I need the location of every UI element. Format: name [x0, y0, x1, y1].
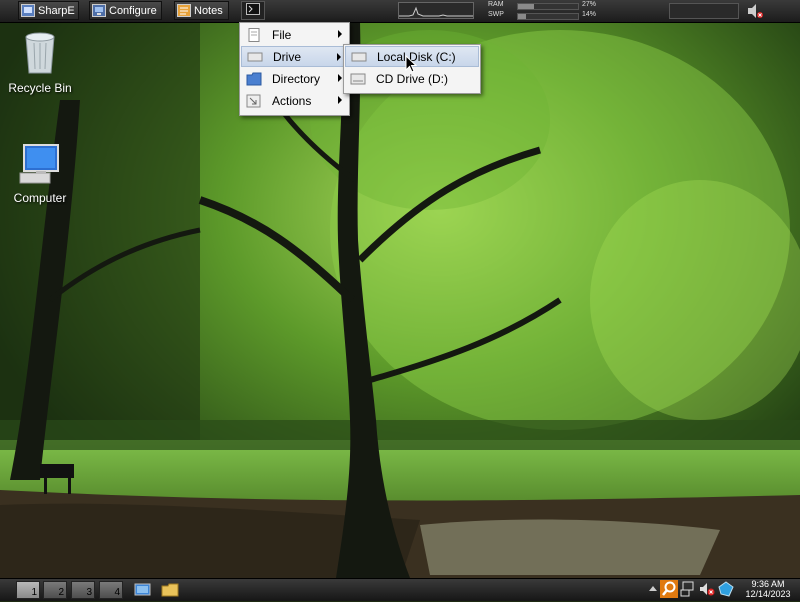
- submenu-arrow-icon: [338, 30, 342, 38]
- folder-icon: [246, 72, 262, 86]
- menu-item-drive-label: Drive: [273, 49, 302, 64]
- workspace-3-label: 3: [86, 587, 92, 598]
- menu-item-actions[interactable]: Actions: [241, 90, 348, 111]
- menu-item-directory-label: Directory: [272, 71, 321, 86]
- configure-launcher-button[interactable]: Configure: [89, 1, 162, 20]
- computer-desktop-icon[interactable]: Computer: [0, 143, 80, 205]
- computer-icon: [0, 143, 80, 187]
- terminal-button[interactable]: [241, 1, 265, 20]
- actions-icon: [246, 94, 262, 108]
- cd-drive-label: CD Drive (D:): [376, 71, 448, 86]
- sharpe-label: SharpE: [38, 4, 75, 17]
- cd-drive-icon: [350, 72, 366, 86]
- top-panel: SharpE Configure Notes RAM 27% SWP 14%: [0, 0, 800, 23]
- search-icon[interactable]: [660, 580, 678, 598]
- menu-item-directory[interactable]: Directory: [241, 68, 348, 89]
- tray-expand-icon[interactable]: [649, 586, 657, 591]
- configure-label: Configure: [109, 4, 157, 17]
- swap-bar: [517, 13, 579, 20]
- recycle-bin-label: Recycle Bin: [8, 81, 72, 95]
- clock-date: 12/14/2023: [745, 589, 791, 599]
- submenu-arrow-icon: [338, 96, 342, 104]
- configure-icon: [92, 4, 106, 17]
- volume-muted-icon[interactable]: [698, 580, 716, 598]
- speaker-muted-icon[interactable]: [745, 2, 767, 20]
- ram-percent: 27%: [581, 1, 596, 8]
- mouse-cursor-icon: [405, 55, 417, 73]
- workspace-1-button[interactable]: 1: [16, 581, 40, 599]
- network-icon[interactable]: [679, 580, 697, 598]
- swap-percent: 14%: [581, 11, 596, 18]
- recycle-bin-icon: [0, 29, 80, 77]
- hard-disk-icon: [351, 50, 367, 64]
- submenu-arrow-icon: [337, 53, 341, 61]
- memory-monitor: RAM 27% SWP 14%: [488, 1, 598, 21]
- file-icon: [246, 27, 262, 42]
- clock-time: 9:36 AM: [751, 579, 785, 589]
- recycle-bin-desktop-icon[interactable]: Recycle Bin: [0, 29, 80, 95]
- menu-item-file-label: File: [272, 27, 292, 42]
- swap-label: SWP: [488, 11, 504, 18]
- terminal-icon: [246, 3, 260, 18]
- workspace-1-label: 1: [31, 587, 37, 598]
- sharpe-launcher-button[interactable]: SharpE: [18, 1, 79, 20]
- workspace-4-label: 4: [114, 587, 120, 598]
- notes-label: Notes: [194, 4, 223, 17]
- system-tray: [660, 580, 736, 598]
- clock[interactable]: 9:36 AM 12/14/2023: [740, 579, 796, 599]
- workspace-2-label: 2: [58, 587, 64, 598]
- workspace-4-button[interactable]: 4: [99, 581, 123, 599]
- context-menu: File Drive Directory Actions: [239, 22, 350, 116]
- workspace-2-button[interactable]: 2: [43, 581, 67, 599]
- file-manager-icon[interactable]: [160, 581, 180, 599]
- cpu-graph: [398, 2, 474, 19]
- menu-item-file[interactable]: File: [241, 24, 348, 45]
- menu-item-actions-label: Actions: [272, 93, 312, 108]
- computer-label: Computer: [13, 191, 67, 205]
- show-desktop-icon[interactable]: [133, 581, 153, 599]
- notes-icon: [177, 4, 191, 17]
- sharpe-icon: [21, 4, 35, 17]
- panel-placeholder: [669, 3, 739, 19]
- submenu-arrow-icon: [338, 74, 342, 82]
- ram-label: RAM: [488, 1, 504, 8]
- notes-launcher-button[interactable]: Notes: [174, 1, 229, 20]
- ram-bar: [517, 3, 579, 10]
- menu-item-drive[interactable]: Drive: [241, 46, 348, 67]
- app-tray-icon[interactable]: [717, 580, 735, 598]
- workspace-3-button[interactable]: 3: [71, 581, 95, 599]
- drive-icon: [247, 50, 263, 64]
